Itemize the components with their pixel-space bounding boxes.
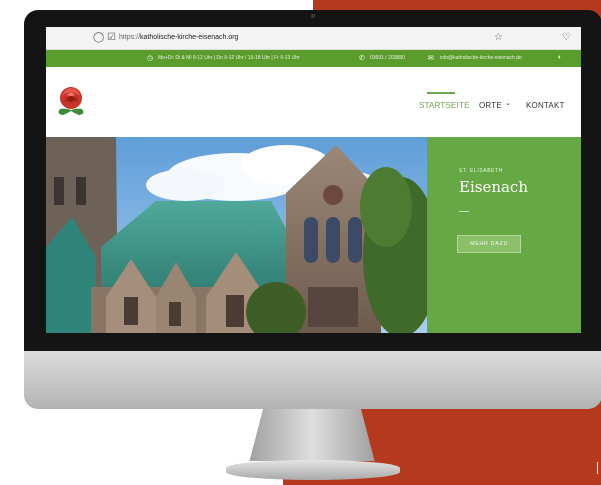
browser-toolbar: ◯ ☑ https://katholische-kirche-eisenach.…	[46, 27, 581, 50]
imac-stand	[249, 409, 375, 461]
mehr-dazu-button[interactable]: MEHR DAZU	[457, 235, 521, 253]
phone-icon: ✆	[359, 55, 365, 62]
address-bar[interactable]: https://katholische-kirche-eisenach.org	[119, 34, 238, 41]
imac-stand-base	[226, 460, 400, 480]
lock-icon[interactable]: ☑	[107, 32, 116, 44]
info-bar: ◷ Mo+Di: Di & Mi 9-12 Uhr | Do 9-12 Uhr …	[46, 50, 581, 67]
hero-section: ST. ELISABETH Eisenach MEHR DAZU	[46, 137, 581, 333]
pocket-icon[interactable]: ♡	[562, 32, 571, 44]
hero-title: Eisenach	[459, 178, 528, 196]
site-header: STARTSEITE ORTE ⌄ KONTAKT	[46, 67, 581, 137]
church-photo	[46, 137, 427, 333]
hero-divider	[459, 211, 469, 212]
nav-startseite[interactable]: STARTSEITE	[419, 101, 470, 110]
rose-logo-icon[interactable]	[54, 83, 88, 119]
url-domain: katholische-kirche-eisenach.org	[140, 34, 239, 41]
url-prefix: https://	[119, 34, 141, 41]
floor-mark	[597, 462, 598, 474]
nav-orte[interactable]: ORTE	[479, 101, 502, 110]
nav-kontakt[interactable]: KONTAKT	[526, 101, 565, 110]
imac-chin	[24, 351, 601, 409]
clock-icon: ◷	[147, 55, 154, 62]
chevron-down-icon[interactable]: ⌄	[505, 99, 511, 107]
active-nav-underline	[427, 92, 455, 94]
office-hours: Mo+Di: Di & Mi 9-12 Uhr | Do 9-12 Uhr / …	[158, 55, 300, 61]
star-icon[interactable]: ☆	[494, 32, 503, 44]
screen: ◯ ☑ https://katholische-kirche-eisenach.…	[46, 27, 581, 333]
mail-icon: ✉	[428, 55, 434, 62]
contrast-toggle-icon[interactable]: ◐	[558, 54, 562, 61]
hero-text-panel: ST. ELISABETH Eisenach MEHR DAZU	[427, 137, 581, 333]
email-address[interactable]: info@katholische-kirche-eisenach.de	[440, 55, 522, 61]
shield-icon[interactable]: ◯	[93, 32, 104, 44]
phone-number[interactable]: 03691 / 203880	[370, 55, 405, 61]
camera-dot	[311, 14, 315, 18]
hero-kicker: ST. ELISABETH	[459, 168, 503, 174]
